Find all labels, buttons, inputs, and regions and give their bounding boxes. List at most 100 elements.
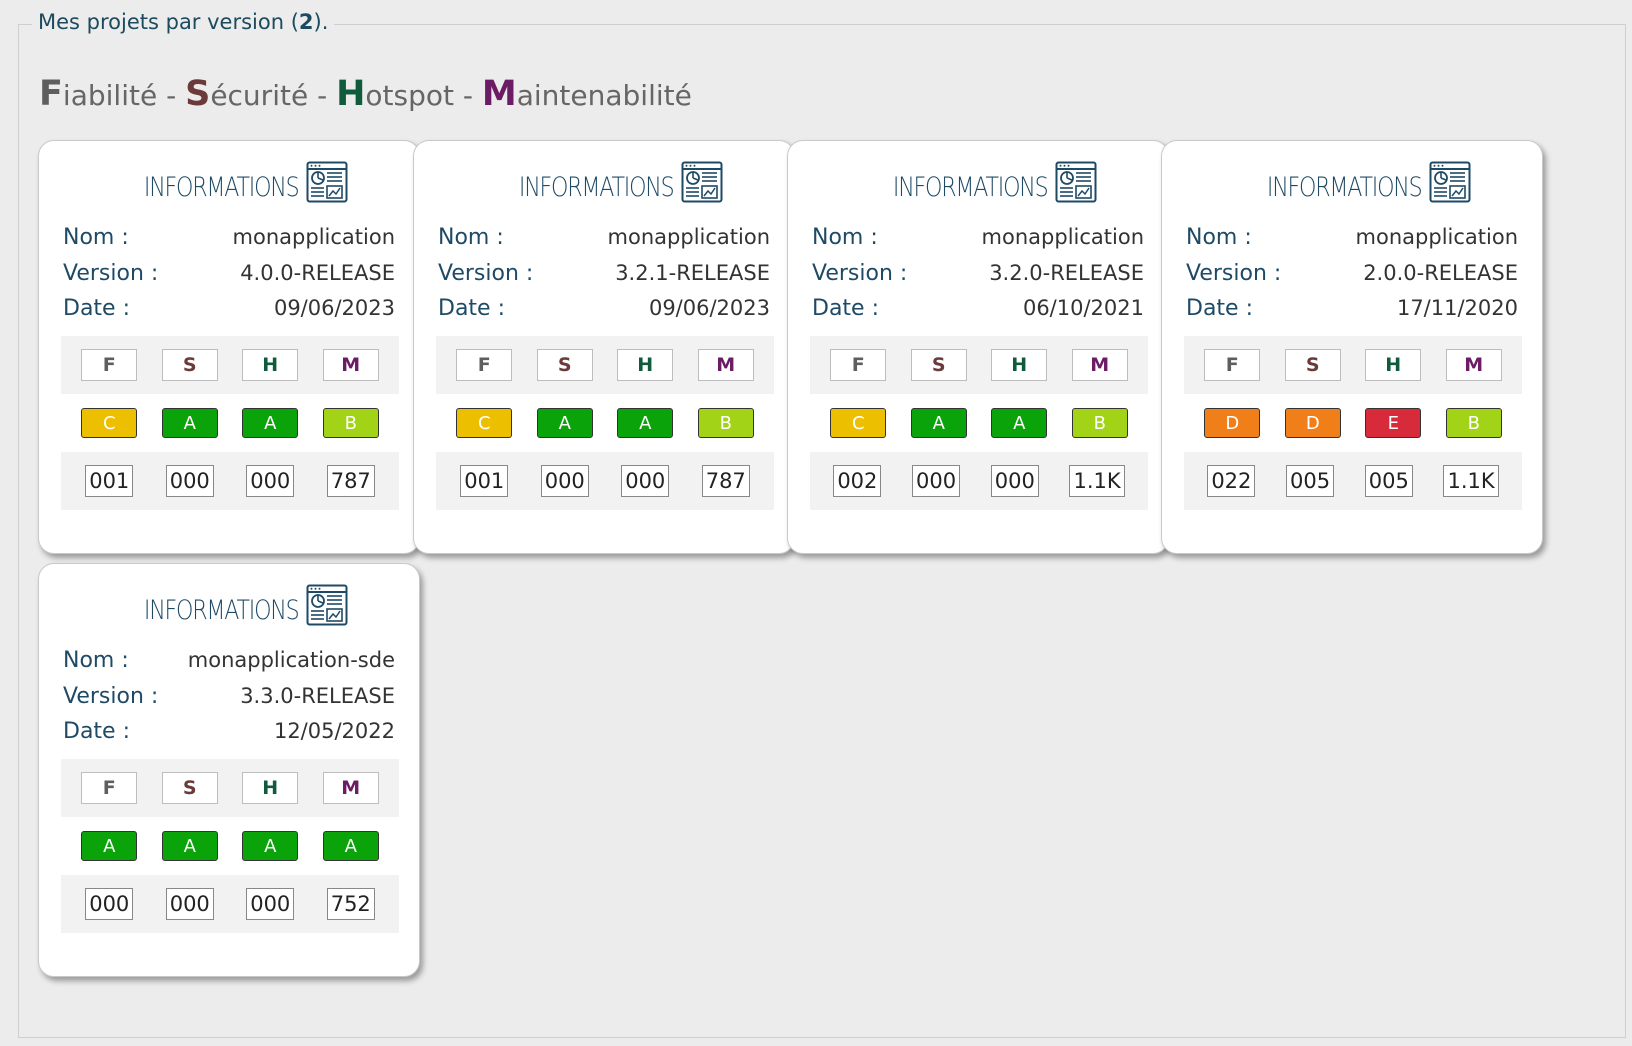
hotspot-issue-count[interactable]: 000 <box>246 465 295 497</box>
securite-grade-badge[interactable]: A <box>536 408 593 438</box>
fiabilite-letter: F <box>830 349 887 381</box>
securite-issue-count[interactable]: 000 <box>540 465 589 497</box>
hotspot-grade-badge[interactable]: A <box>991 408 1048 438</box>
project-card[interactable]: INFORMATIONS Nom : monapplica <box>413 140 795 554</box>
securite-grade-badge[interactable]: D <box>1284 408 1341 438</box>
securite-grade-badge[interactable]: A <box>161 831 218 861</box>
h-rest: otspot <box>365 79 454 112</box>
hotspot-letter: H <box>242 349 299 381</box>
project-card[interactable]: INFORMATIONS Nom : monapplica <box>38 563 420 977</box>
fiabilite-grade-badge[interactable]: C <box>456 408 513 438</box>
maintenabilite-grade-badge[interactable]: B <box>1445 408 1502 438</box>
fiabilite-letter: F <box>81 772 138 804</box>
hotspot-grade-badge[interactable]: A <box>242 831 299 861</box>
date-value: 09/06/2023 <box>648 296 770 320</box>
nom-row: Nom : monapplication <box>1186 225 1518 250</box>
maintenabilite-grade-badge[interactable]: B <box>322 408 379 438</box>
securite-letter: S <box>161 772 218 804</box>
fiabilite-issue-count[interactable]: 001 <box>460 465 509 497</box>
securite-grade-badge[interactable]: A <box>910 408 967 438</box>
securite-issue-count[interactable]: 000 <box>912 465 961 497</box>
h-initial: H <box>336 74 366 114</box>
ratings-table: FSHM DDEB 022 005 005 1.1K <box>1184 336 1522 511</box>
hotspot-issue-count[interactable]: 000 <box>246 888 295 920</box>
version-value: 3.3.0-RELEASE <box>240 684 395 708</box>
date-label: Date : <box>812 296 879 321</box>
s-rest: écurité <box>210 79 309 112</box>
separator: - <box>308 79 337 112</box>
maintenabilite-issue-count[interactable]: 752 <box>326 888 375 920</box>
securite-letter: S <box>1284 349 1341 381</box>
rating-grades-row: CAAB <box>810 394 1148 452</box>
project-card[interactable]: INFORMATIONS Nom : monapplica <box>1161 140 1543 554</box>
fiabilite-issue-count[interactable]: 022 <box>1207 465 1256 497</box>
securite-issue-count[interactable]: 005 <box>1286 465 1335 497</box>
maintenabilite-grade-badge[interactable]: A <box>322 831 379 861</box>
nom-label: Nom : <box>812 225 878 250</box>
rating-letters-row: FSHM <box>1184 336 1522 394</box>
date-row: Date : 06/10/2021 <box>812 296 1144 321</box>
version-value: 3.2.1-RELEASE <box>615 261 770 285</box>
hotspot-letter: H <box>1365 349 1422 381</box>
s-initial: S <box>185 74 211 114</box>
hotspot-grade-badge[interactable]: A <box>617 408 674 438</box>
fiabilite-issue-count[interactable]: 002 <box>833 465 882 497</box>
dashboard-report-icon <box>1055 161 1097 203</box>
fieldset-legend: Mes projets par version (2). <box>32 10 335 34</box>
issue-counts-row: 000 000 000 752 <box>61 875 399 933</box>
nom-label: Nom : <box>63 648 129 673</box>
fiabilite-letter: F <box>81 349 138 381</box>
version-row: Version : 3.2.0-RELEASE <box>812 261 1144 286</box>
version-row: Version : 2.0.0-RELEASE <box>1186 261 1518 286</box>
dashboard-report-icon <box>681 161 723 203</box>
fiabilite-letter: F <box>456 349 513 381</box>
fiabilite-grade-badge[interactable]: C <box>81 408 138 438</box>
fiabilite-grade-badge[interactable]: C <box>830 408 887 438</box>
legend-text: Mes projets par version ( <box>38 10 299 34</box>
maintenabilite-issue-count[interactable]: 1.1K <box>1443 465 1499 497</box>
fiabilite-grade-badge[interactable]: A <box>81 831 138 861</box>
date-row: Date : 09/06/2023 <box>438 296 770 321</box>
maintenabilite-issue-count[interactable]: 787 <box>701 465 750 497</box>
fiabilite-grade-badge[interactable]: D <box>1204 408 1261 438</box>
ratings-table: FSHM CAAB 001 000 000 787 <box>436 336 774 511</box>
securite-issue-count[interactable]: 000 <box>165 465 214 497</box>
card-title: INFORMATIONS <box>143 595 300 626</box>
hotspot-issue-count[interactable]: 000 <box>621 465 670 497</box>
project-card[interactable]: INFORMATIONS Nom : monapplica <box>38 140 420 554</box>
securite-grade-badge[interactable]: A <box>161 408 218 438</box>
issue-counts-row: 022 005 005 1.1K <box>1184 452 1522 510</box>
securite-issue-count[interactable]: 000 <box>165 888 214 920</box>
legend-count: 2 <box>298 10 314 34</box>
nom-row: Nom : monapplication-sde <box>63 648 395 673</box>
m-rest: aintenabilité <box>516 79 692 112</box>
maintenabilite-letter: M <box>697 349 754 381</box>
nom-row: Nom : monapplication <box>438 225 770 250</box>
m-initial: M <box>481 74 517 114</box>
maintenabilite-issue-count[interactable]: 1.1K <box>1069 465 1125 497</box>
fiabilite-issue-count[interactable]: 000 <box>85 888 134 920</box>
card-title: INFORMATIONS <box>143 172 300 203</box>
hotspot-grade-badge[interactable]: E <box>1365 408 1422 438</box>
rating-letters-row: FSHM <box>61 759 399 817</box>
maintenabilite-issue-count[interactable]: 787 <box>326 465 375 497</box>
hotspot-issue-count[interactable]: 000 <box>990 465 1039 497</box>
version-label: Version : <box>1186 261 1282 286</box>
maintenabilite-grade-badge[interactable]: B <box>1071 408 1128 438</box>
hotspot-grade-badge[interactable]: A <box>242 408 299 438</box>
date-row: Date : 17/11/2020 <box>1186 296 1518 321</box>
hotspot-issue-count[interactable]: 005 <box>1364 465 1413 497</box>
nom-row: Nom : monapplication <box>63 225 395 250</box>
nom-label: Nom : <box>63 225 129 250</box>
separator: - <box>453 79 482 112</box>
dashboard-report-icon <box>306 584 348 626</box>
project-card[interactable]: INFORMATIONS Nom : monapplica <box>787 140 1169 554</box>
issue-counts-row: 001 000 000 787 <box>61 452 399 510</box>
maintenabilite-grade-badge[interactable]: B <box>697 408 754 438</box>
card-header: INFORMATIONS <box>1162 161 1542 203</box>
version-label: Version : <box>63 261 159 286</box>
ratings-table: FSHM AAAA 000 000 000 752 <box>61 759 399 934</box>
maintenabilite-letter: M <box>1071 349 1128 381</box>
nom-value: monapplication <box>232 225 395 249</box>
fiabilite-issue-count[interactable]: 001 <box>85 465 134 497</box>
